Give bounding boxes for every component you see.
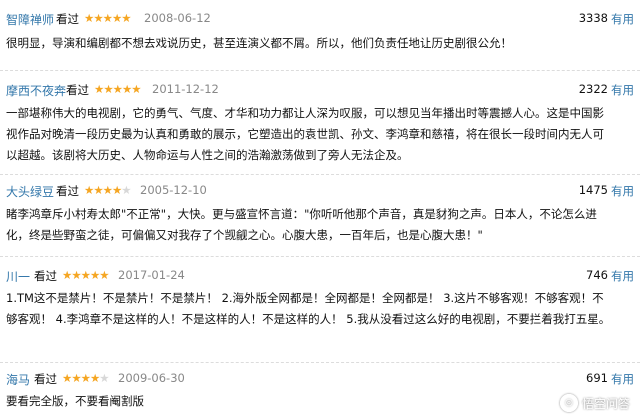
star-full-icon: ★ [62, 371, 72, 385]
review-header: 大头绿豆 看过 ★★★★★ 2005-12-10 1475 有用 [0, 181, 640, 201]
star-full-icon: ★ [80, 268, 91, 282]
votes-count: 691 [586, 371, 608, 385]
review-item: 川一 看过 ★★★★★ 2017-01-24 746 有用 [0, 266, 640, 286]
star-full-icon: ★ [71, 371, 81, 385]
star-full-icon: ★ [103, 82, 113, 96]
useful-button[interactable]: 有用 [611, 371, 634, 387]
watermark-text: 悟空问答 [581, 396, 630, 411]
divider [0, 174, 640, 175]
rating-stars: ★★★★★ [84, 183, 132, 197]
reviewer-name[interactable]: 海马 [6, 371, 30, 388]
star-full-icon: ★ [84, 11, 94, 25]
review-header: 智障禅师 看过 ★★★★★ 2008-06-12 3338 有用 [0, 9, 640, 29]
review-text: 1.TM这不是禁片！不是禁片！不是禁片！ 2.海外版全网都是！全网都是！全网都是… [6, 291, 611, 326]
star-full-icon: ★ [93, 11, 103, 25]
watched-label: 看过 [56, 184, 79, 198]
useful-button[interactable]: 有用 [611, 11, 634, 27]
divider [0, 70, 640, 71]
star-full-icon: ★ [112, 82, 123, 96]
watermark: ◎ 悟空问答 [559, 394, 630, 412]
useful-button[interactable]: 有用 [611, 268, 634, 284]
review-date: 2017-01-24 [118, 268, 185, 282]
useful-button[interactable]: 有用 [611, 183, 634, 199]
star-full-icon: ★ [80, 371, 91, 385]
review-item: 智障禅师 看过 ★★★★★ 2008-06-12 3338 有用 [0, 9, 640, 29]
votes-count: 3338 [578, 11, 608, 25]
star-full-icon: ★ [89, 371, 100, 385]
star-full-icon: ★ [89, 268, 100, 282]
review-header: 海马 看过 ★★★★★ 2009-06-30 691 有用 [0, 369, 640, 389]
review-date: 2011-12-12 [152, 82, 219, 96]
star-full-icon: ★ [99, 268, 109, 282]
votes-count: 1475 [578, 183, 608, 197]
review-text: 要看完全版，不要看阉割版 [6, 394, 144, 408]
rating-stars: ★★★★★ [62, 371, 110, 385]
review-date: 2008-06-12 [144, 11, 211, 25]
votes-count: 746 [586, 268, 608, 282]
review-header: 摩西不夜奔 看过 ★★★★★ 2011-12-12 2322 有用 [0, 80, 640, 100]
wukong-logo-icon: ◎ [559, 394, 578, 412]
reviewer-name[interactable]: 摩西不夜奔 [6, 82, 66, 99]
review-text: 睹李鸿章斥小村寿太郎"不正常"，大快。更与盛宣怀言道："你听听他那个声音，真是豺… [6, 207, 597, 242]
review-item: 海马 看过 ★★★★★ 2009-06-30 691 有用 [0, 369, 640, 389]
review-item: 大头绿豆 看过 ★★★★★ 2005-12-10 1475 有用 [0, 181, 640, 201]
star-full-icon: ★ [94, 82, 104, 96]
watched-label: 看过 [34, 372, 57, 386]
reviewer-name[interactable]: 大头绿豆 [6, 183, 54, 200]
reviewer-name[interactable]: 川一 [6, 268, 30, 285]
star-empty-icon: ★ [121, 183, 131, 197]
divider [0, 362, 640, 363]
star-full-icon: ★ [111, 183, 122, 197]
star-full-icon: ★ [62, 268, 72, 282]
useful-button[interactable]: 有用 [611, 82, 634, 98]
rating-stars: ★★★★★ [62, 268, 110, 282]
review-text: 一部堪称伟大的电视剧，它的勇气、气度、才华和功力都让人深为叹服，可以想见当年播出… [6, 106, 604, 162]
divider [0, 256, 640, 257]
watched-label: 看过 [56, 12, 79, 26]
star-full-icon: ★ [102, 183, 113, 197]
reviewer-name[interactable]: 智障禅师 [6, 11, 54, 28]
rating-stars: ★★★★★ [84, 11, 132, 25]
star-full-icon: ★ [102, 11, 113, 25]
star-full-icon: ★ [111, 11, 122, 25]
review-header: 川一 看过 ★★★★★ 2017-01-24 746 有用 [0, 266, 640, 286]
review-text: 很明显，导演和编剧都不想去戏说历史，甚至连演义都不屑。所以，他们负责任地让历史剧… [6, 36, 512, 50]
star-full-icon: ★ [84, 183, 94, 197]
review-date: 2009-06-30 [118, 371, 185, 385]
star-full-icon: ★ [121, 82, 132, 96]
star-empty-icon: ★ [99, 371, 109, 385]
rating-stars: ★★★★★ [94, 82, 142, 96]
star-full-icon: ★ [131, 82, 141, 96]
review-date: 2005-12-10 [140, 183, 207, 197]
review-item: 摩西不夜奔 看过 ★★★★★ 2011-12-12 2322 有用 [0, 80, 640, 100]
star-full-icon: ★ [93, 183, 103, 197]
votes-count: 2322 [578, 82, 608, 96]
watched-label: 看过 [66, 83, 89, 97]
watched-label: 看过 [34, 269, 57, 283]
star-full-icon: ★ [121, 11, 131, 25]
star-full-icon: ★ [71, 268, 81, 282]
